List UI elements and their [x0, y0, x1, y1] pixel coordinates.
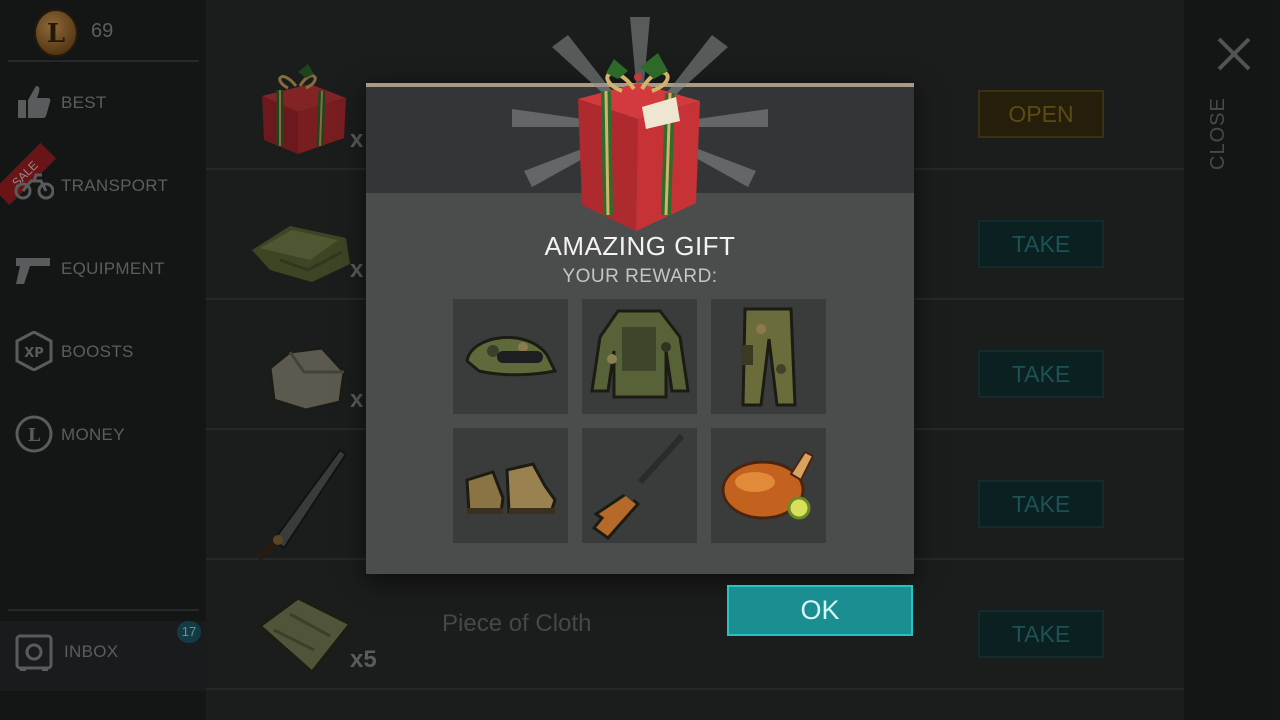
camo-jacket-icon [590, 309, 690, 399]
ok-button[interactable]: OK [727, 585, 913, 636]
camo-cap-icon [465, 335, 558, 377]
roast-chicken-icon [721, 450, 815, 520]
reward-slot[interactable] [453, 299, 568, 414]
reward-slot[interactable] [453, 428, 568, 543]
gift-box-icon [512, 17, 768, 231]
reward-slot[interactable] [711, 299, 826, 414]
boots-icon [465, 462, 557, 514]
modal-title: AMAZING GIFT [544, 231, 736, 261]
rifle-icon [591, 433, 685, 541]
modal-subtitle: YOUR REWARD: [562, 266, 718, 287]
camo-pants-icon [741, 307, 797, 407]
reward-slot[interactable] [582, 299, 697, 414]
reward-slot[interactable] [582, 428, 697, 543]
reward-slot[interactable] [711, 428, 826, 543]
reward-modal: AMAZING GIFT YOUR REWARD: [366, 17, 914, 574]
